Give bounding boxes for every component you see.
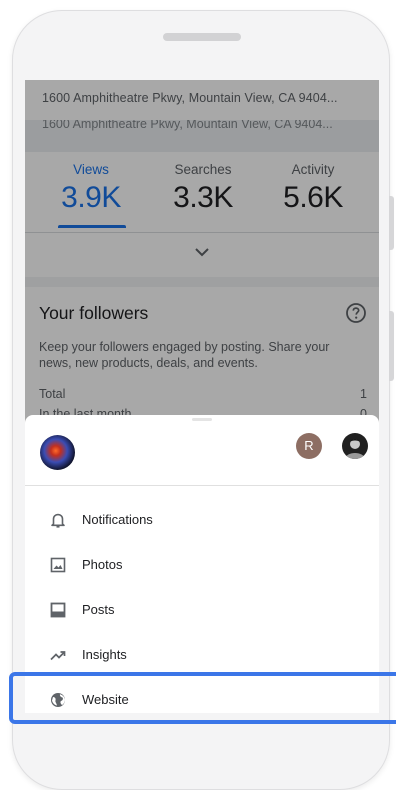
phone-side-button	[389, 311, 394, 381]
menu-item-website[interactable]: Website	[25, 680, 379, 713]
business-profile-photo[interactable]	[40, 435, 75, 470]
menu-item-insights[interactable]: Insights	[25, 635, 379, 675]
posts-icon	[50, 602, 66, 618]
menu-item-label: Posts	[82, 602, 115, 617]
account-avatar-photo[interactable]	[342, 433, 368, 459]
person-photo-icon	[345, 439, 365, 459]
menu-item-label: Insights	[82, 647, 127, 662]
globe-icon	[51, 693, 65, 707]
sheet-drag-handle[interactable]	[192, 418, 212, 421]
phone-speaker	[163, 33, 241, 41]
menu-item-posts[interactable]: Posts	[25, 590, 379, 630]
phone-screen: 1600 Amphitheatre Pkwy, Mountain View, C…	[25, 80, 379, 713]
menu-item-label: Photos	[82, 557, 123, 572]
menu-item-label: Website	[82, 692, 129, 707]
divider	[25, 485, 379, 486]
bell-icon	[51, 513, 65, 528]
phone-side-button	[389, 196, 394, 250]
menu-item-photos[interactable]: Photos	[25, 545, 379, 585]
account-avatar[interactable]: R	[296, 433, 322, 459]
menu-item-notifications[interactable]: Notifications	[25, 500, 379, 540]
trending-up-icon	[50, 651, 66, 661]
bottom-sheet-menu: R Notifications Photos Posts Insights We…	[25, 415, 379, 713]
menu-item-label: Notifications	[82, 512, 153, 527]
image-icon	[50, 557, 66, 573]
